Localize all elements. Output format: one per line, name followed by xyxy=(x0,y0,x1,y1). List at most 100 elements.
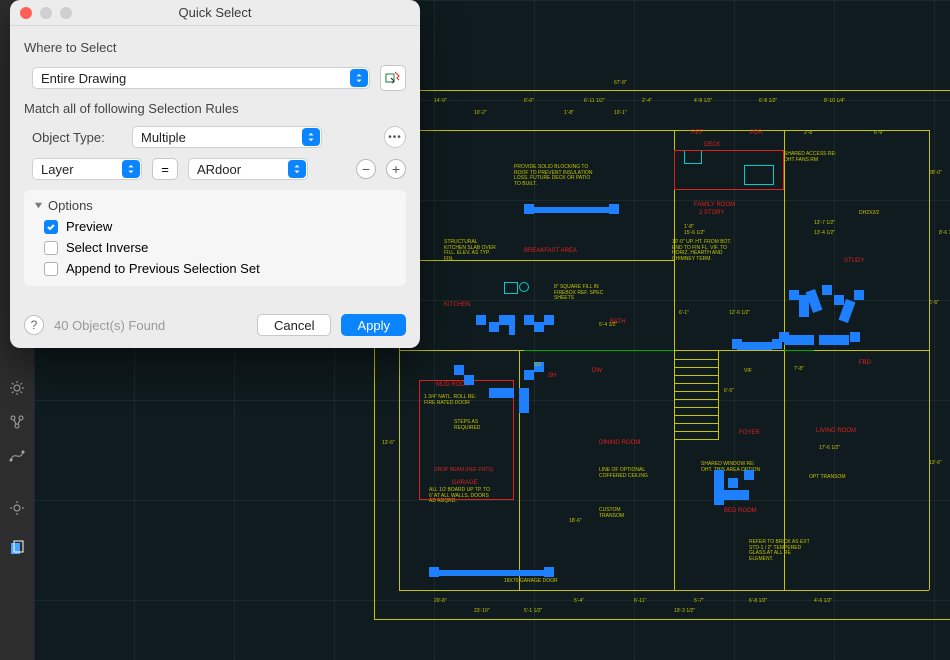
label-family-sub: 2 STORY xyxy=(699,210,724,216)
label-family: FAMILY ROOM xyxy=(694,202,735,208)
note-custom: CUSTOM TRANSOM xyxy=(599,508,644,519)
dim-d17: 13'-4 1/2" xyxy=(814,230,835,236)
sheet-set-icon[interactable] xyxy=(8,540,26,556)
dim-d1: 14'-9" xyxy=(434,98,447,104)
rule-value-dropdown[interactable]: ARdoor xyxy=(188,158,308,180)
dim-sd: SD xyxy=(534,362,541,368)
dim-r2: 28'-0" xyxy=(929,170,942,176)
append-selection-label: Append to Previous Selection Set xyxy=(66,261,260,276)
options-group: Options Preview Select Inverse Append to… xyxy=(24,190,406,286)
dim-right-overall: 8'-6 1/2" xyxy=(939,230,950,236)
label-breakfast: BREAKFAST AREA xyxy=(524,248,577,254)
dim-d18: 6'-1" xyxy=(679,310,689,316)
minimize-window-button[interactable] xyxy=(40,7,52,19)
dim-d13: 1'-8" xyxy=(684,224,694,230)
dim-d4: 2'-4" xyxy=(642,98,652,104)
dim-d26: 6'-8 1/2" xyxy=(749,598,767,604)
chevron-updown-icon xyxy=(302,128,320,146)
label-sh: SH xyxy=(548,373,556,379)
dim-d9: 1'-8" xyxy=(564,110,574,116)
object-type-dropdown[interactable]: Multiple xyxy=(132,126,322,148)
dim-d20: 20'-8" xyxy=(434,598,447,604)
dim-d2: 6'-0" xyxy=(524,98,534,104)
dim-d23: 5'-7" xyxy=(694,598,704,604)
label-fbd: FBD xyxy=(859,360,871,366)
label-pdr: PDR xyxy=(750,130,763,136)
dim-top-overall: 67'-8" xyxy=(614,80,627,86)
append-selection-checkbox[interactable] xyxy=(44,262,58,276)
dialog-titlebar[interactable]: Quick Select xyxy=(10,0,420,26)
dialog-title: Quick Select xyxy=(179,5,252,20)
close-window-button[interactable] xyxy=(20,7,32,19)
help-button[interactable]: ? xyxy=(24,315,44,335)
note-struct: STRUCTURAL KITCHEN SLAB OVER FILL. ELEV.… xyxy=(444,240,499,262)
dialog-footer: ? 40 Object(s) Found Cancel Apply xyxy=(10,314,420,348)
chevron-updown-icon xyxy=(288,160,306,178)
dim-d21: 5'-4" xyxy=(574,598,584,604)
dim-v78: 7'-8" xyxy=(794,366,804,372)
dim-d5: 4'-8 1/2" xyxy=(694,98,712,104)
preview-checkbox[interactable] xyxy=(44,220,58,234)
dim-d7: 8'-10 1/4" xyxy=(824,98,845,104)
where-to-select-value: Entire Drawing xyxy=(41,71,126,86)
options-label: Options xyxy=(48,198,93,213)
quick-select-dialog: Quick Select Where to Select Entire Draw… xyxy=(10,0,420,348)
rule-operator-dropdown[interactable]: = xyxy=(152,158,178,180)
add-rule-button[interactable]: + xyxy=(386,159,406,179)
apply-label: Apply xyxy=(357,318,390,333)
options-disclosure[interactable]: Options xyxy=(34,198,396,213)
chevron-updown-icon xyxy=(350,69,368,87)
note-trans: OPT TRANSOM xyxy=(809,475,854,481)
note-tempered: REFER TO BRICK AS EXT STD-1 / 2" TEMPERE… xyxy=(749,540,814,562)
dim-foyer-v: 6'-5" xyxy=(724,388,734,394)
dim-d3: 6'-11 1/2" xyxy=(584,98,605,104)
rule-property-value: Layer xyxy=(41,162,74,177)
object-type-value: Multiple xyxy=(141,130,186,145)
cancel-label: Cancel xyxy=(274,318,314,333)
dim-d10: 10'-1" xyxy=(614,110,627,116)
more-options-button[interactable]: ••• xyxy=(384,126,406,148)
objects-found-text: 40 Object(s) Found xyxy=(54,318,247,333)
note-fireplace: 8" SQUARE FILL IN FIREBOX REF. SPEC SHEE… xyxy=(554,285,614,302)
note-ohc: DH2X2/2 xyxy=(859,210,879,216)
settings-icon-2[interactable] xyxy=(8,500,26,516)
branch-icon[interactable] xyxy=(8,414,26,430)
note-garage-door: 18X70 GARAGE DOOR xyxy=(504,578,558,584)
preview-label: Preview xyxy=(66,219,112,234)
curve-icon[interactable] xyxy=(8,448,26,464)
note-dh: 10'-0" UP. HT. FROM BOT. END TO FIN FL. … xyxy=(672,240,742,262)
dim-d11: 15'-6 1/2" xyxy=(684,230,705,236)
rule-property-dropdown[interactable]: Layer xyxy=(32,158,142,180)
apply-button[interactable]: Apply xyxy=(341,314,406,336)
note-coffered: LINE OF OPTIONAL COFFERED CEILING xyxy=(599,468,654,479)
label-study: STUDY xyxy=(844,258,864,264)
note-hall-opt: SHARED WINDOW RE: OHT. THIS AREA OPTION xyxy=(701,462,766,473)
dim-d14: 2'-8" xyxy=(804,130,814,136)
select-inverse-checkbox[interactable] xyxy=(44,241,58,255)
dim-d8: 10'-2" xyxy=(474,110,487,116)
where-to-select-dropdown[interactable]: Entire Drawing xyxy=(32,67,370,89)
dim-d12: 5'-4 1/2" xyxy=(599,322,617,328)
label-dw: DW xyxy=(592,368,602,374)
dim-d24: 23'-10" xyxy=(474,608,490,614)
chevron-updown-icon xyxy=(122,160,140,178)
dim-l2: 13'-6" xyxy=(382,440,395,446)
dim-d28: 19'-3 1/2" xyxy=(674,608,695,614)
label-foyer: FOYER xyxy=(739,430,760,436)
dim-foyer-w: 17'-6 1/2" xyxy=(819,445,840,451)
pick-objects-button[interactable] xyxy=(380,65,406,91)
dim-d19: 12'-6 1/2" xyxy=(729,310,750,316)
settings-icon[interactable] xyxy=(8,380,26,396)
dim-d16: 13'-7 1/2" xyxy=(814,220,835,226)
dim-d22: 6'-11" xyxy=(634,598,646,604)
zoom-window-button[interactable] xyxy=(60,7,72,19)
label-living: LIVING ROOM xyxy=(816,428,856,434)
label-dining: DINING ROOM xyxy=(599,440,640,446)
cancel-button[interactable]: Cancel xyxy=(257,314,331,336)
dim-d6: 6'-8 1/2" xyxy=(759,98,777,104)
label-front: BED ROOM xyxy=(724,508,757,514)
note-blocking: PROVIDE SOLID BLOCKING TO ROOF TO PREVEN… xyxy=(514,165,594,187)
remove-rule-button[interactable]: − xyxy=(356,159,376,179)
match-rules-label: Match all of following Selection Rules xyxy=(24,101,406,116)
dim-r3: 13'-6" xyxy=(929,460,942,466)
